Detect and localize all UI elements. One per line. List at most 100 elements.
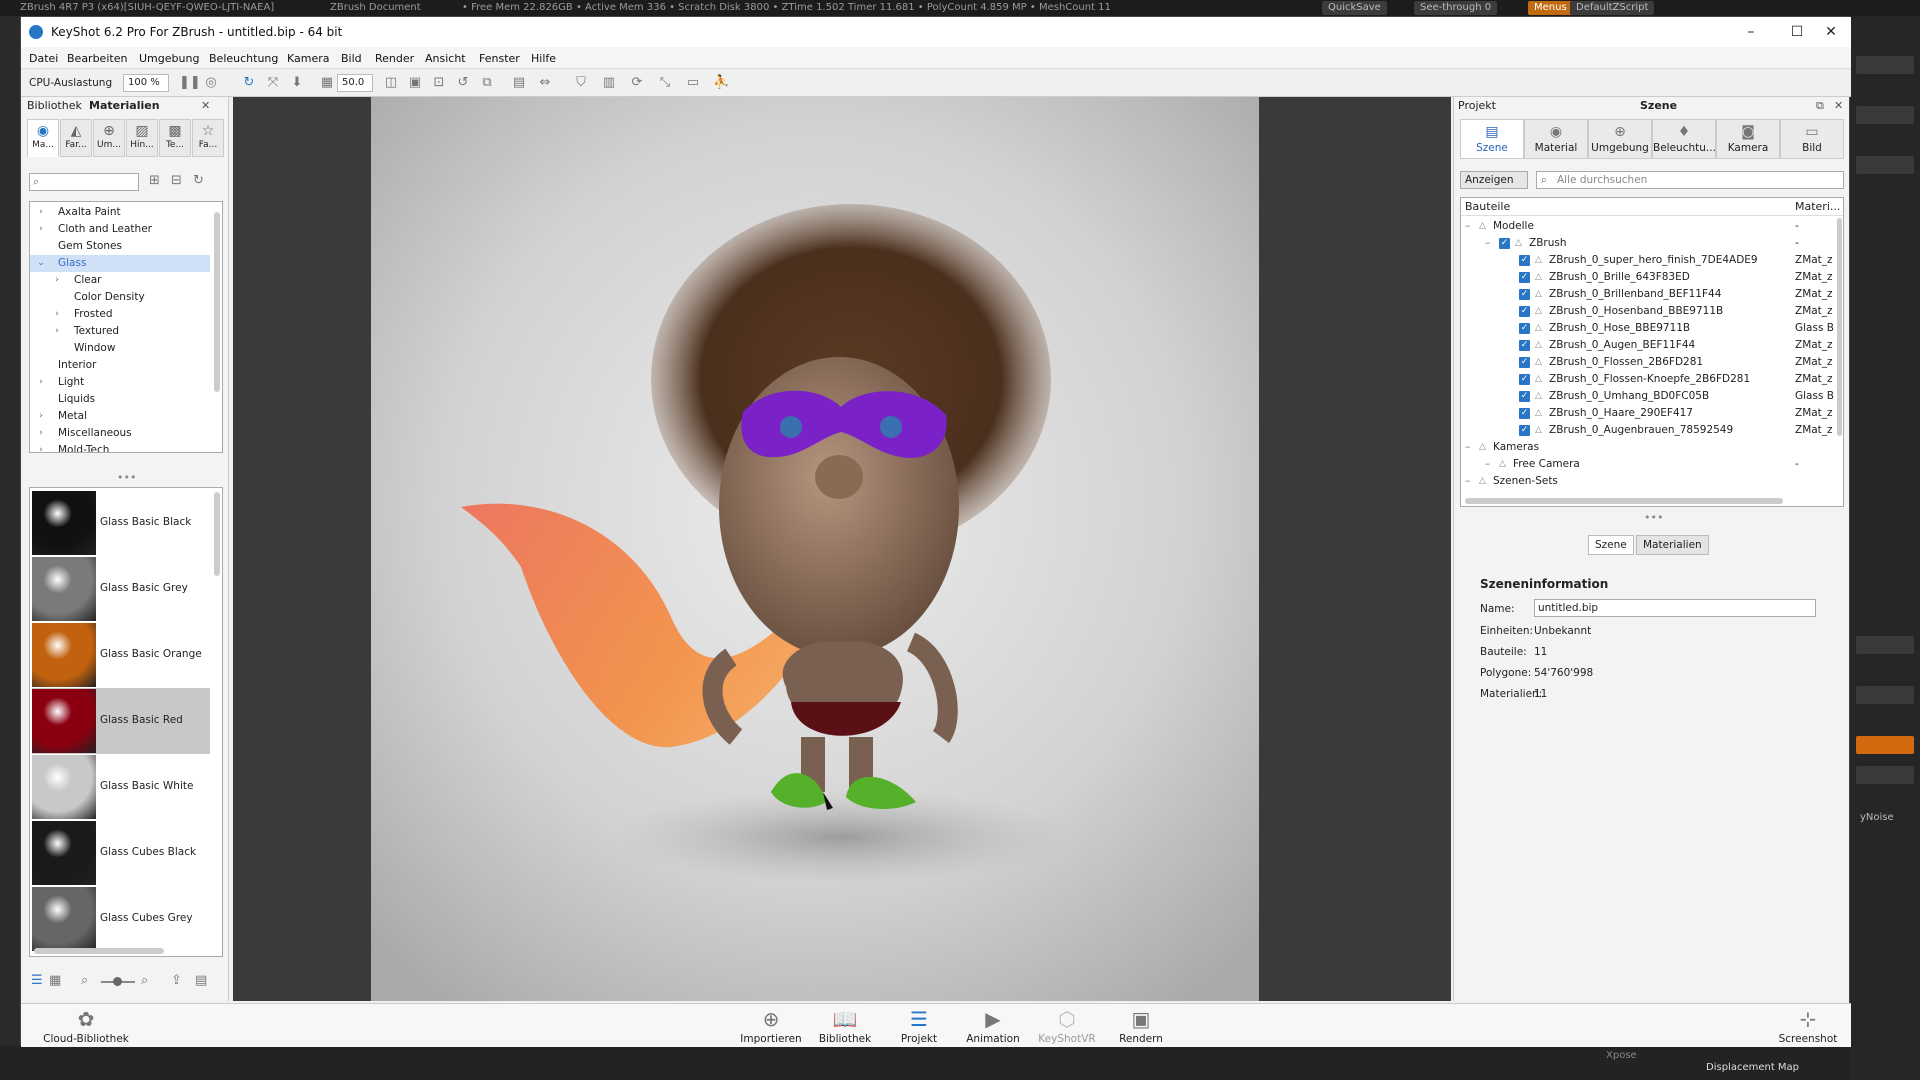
shelf-slot[interactable] bbox=[1856, 636, 1914, 654]
library-tab[interactable]: Bibliothek bbox=[27, 99, 82, 112]
menu-umgebung[interactable]: Umgebung bbox=[139, 52, 199, 65]
expand-arrow-icon[interactable]: › bbox=[36, 408, 46, 425]
library-tree-item[interactable]: › Clear bbox=[30, 272, 210, 289]
minimize-button[interactable]: – bbox=[1731, 21, 1771, 43]
lib-tab-backgrounds[interactable]: ▨ Hin... bbox=[126, 119, 158, 157]
library-tree-item[interactable]: › Metal bbox=[30, 408, 210, 425]
fit-icon[interactable]: ⤧ bbox=[265, 75, 281, 91]
lib-tab-environments[interactable]: ⊕ Um... bbox=[93, 119, 125, 157]
cycle-icon[interactable]: ⟳ bbox=[629, 75, 645, 91]
expand-arrow-icon[interactable]: › bbox=[36, 374, 46, 391]
visibility-checkbox[interactable]: ✓ bbox=[1519, 374, 1530, 385]
import-button[interactable]: ⊕ Importieren bbox=[736, 1004, 806, 1048]
scene-tree-row[interactable]: ✓ △ ZBrush_0_Brille_643F83ED ZMat_z bbox=[1461, 269, 1833, 286]
scene-tree-row[interactable]: ✓ △ ZBrush_0_Hosenband_BBE9711B ZMat_z bbox=[1461, 303, 1833, 320]
lib-tab-materials[interactable]: ◉ Ma... bbox=[27, 119, 59, 157]
scene-tree-row[interactable]: ✓ △ ZBrush_0_Umhang_BD0FC05B Glass B bbox=[1461, 388, 1834, 405]
vertical-scrollbar[interactable] bbox=[1837, 218, 1842, 436]
show-dropdown[interactable]: Anzeigen bbox=[1460, 171, 1528, 189]
script-button[interactable]: DefaultZScript bbox=[1570, 1, 1655, 15]
table-icon[interactable]: ▥ bbox=[601, 75, 617, 91]
screenshot-button[interactable]: ⊹ Screenshot bbox=[1773, 1004, 1843, 1048]
material-item[interactable]: Glass Cubes Black bbox=[32, 820, 210, 886]
duplicate-icon[interactable]: ⧉ bbox=[479, 75, 495, 91]
refresh-icon[interactable]: ↻ bbox=[241, 75, 257, 91]
pause-icon[interactable]: ❚❚ bbox=[179, 75, 201, 91]
splitter-handle[interactable]: ••• bbox=[117, 471, 136, 484]
scene-tree-row[interactable]: – ✓ △ ZBrush - bbox=[1461, 235, 1831, 252]
grid-scrollbar[interactable] bbox=[214, 492, 220, 576]
shelf-slot[interactable] bbox=[1856, 56, 1914, 74]
cpu-select[interactable]: 100 % bbox=[123, 74, 169, 92]
col-parts-header[interactable]: Bauteile bbox=[1465, 200, 1510, 213]
quicksave-button[interactable]: QuickSave bbox=[1322, 1, 1387, 15]
zoom-out-icon[interactable]: ⌕ bbox=[81, 973, 88, 988]
library-tree-item[interactable]: ⌄ Glass bbox=[30, 255, 210, 272]
cloud-library-button[interactable]: ✿ Cloud-Bibliothek bbox=[31, 1004, 141, 1048]
subtab-materials[interactable]: Materialien bbox=[1636, 535, 1709, 555]
render-image[interactable] bbox=[371, 97, 1259, 1001]
menu-bild[interactable]: Bild bbox=[341, 52, 362, 65]
collapse-icon[interactable]: – bbox=[1485, 235, 1490, 252]
visibility-checkbox[interactable]: ✓ bbox=[1519, 425, 1530, 436]
collapse-icon[interactable]: – bbox=[1485, 456, 1490, 473]
library-tree-item[interactable]: › Axalta Paint bbox=[30, 204, 210, 221]
library-tree-item[interactable]: › Cloth and Leather bbox=[30, 221, 210, 238]
scene-tree-row[interactable]: ✓ △ ZBrush_0_Augenbrauen_78592549 ZMat_z bbox=[1461, 422, 1833, 439]
value-field[interactable]: 50.0 bbox=[337, 74, 373, 92]
expand-arrow-icon[interactable]: › bbox=[52, 272, 62, 289]
lib-tab-textures[interactable]: ▩ Te... bbox=[159, 119, 191, 157]
menu-hilfe[interactable]: Hilfe bbox=[531, 52, 556, 65]
library-tree-item[interactable]: Liquids bbox=[30, 391, 210, 408]
scene-tree-row[interactable]: – △ Free Camera - bbox=[1461, 456, 1831, 473]
shelf-slot[interactable] bbox=[1856, 156, 1914, 174]
render-viewport[interactable] bbox=[233, 97, 1451, 1001]
menu-ansicht[interactable]: Ansicht bbox=[425, 52, 466, 65]
list-view-icon[interactable]: ☰ bbox=[31, 973, 43, 988]
material-item[interactable]: Glass Cubes Grey bbox=[32, 886, 210, 952]
visibility-checkbox[interactable]: ✓ bbox=[1519, 408, 1530, 419]
zoom-in-icon[interactable]: ⌕ bbox=[141, 973, 148, 988]
library-tree-item[interactable]: › Light bbox=[30, 374, 210, 391]
collapse-icon[interactable]: – bbox=[1465, 218, 1470, 235]
see-through-slider[interactable]: See-through 0 bbox=[1414, 1, 1498, 15]
tab-image[interactable]: ▭ Bild bbox=[1780, 119, 1844, 159]
menu-beleuchtung[interactable]: Beleuchtung bbox=[209, 52, 278, 65]
visibility-checkbox[interactable]: ✓ bbox=[1519, 323, 1530, 334]
shelf-slot[interactable] bbox=[1856, 686, 1914, 704]
col-material-header[interactable]: Materi... bbox=[1795, 200, 1840, 213]
library-tree-item[interactable]: › Textured bbox=[30, 323, 210, 340]
lib-tab-colors[interactable]: ◭ Far... bbox=[60, 119, 92, 157]
shelf-slot[interactable] bbox=[1856, 766, 1914, 784]
tab-camera[interactable]: ◙ Kamera bbox=[1716, 119, 1780, 159]
shelf-slot[interactable] bbox=[1856, 106, 1914, 124]
shield-icon[interactable]: ⛉ bbox=[573, 75, 589, 91]
material-item[interactable]: Glass Basic Orange bbox=[32, 622, 210, 688]
expand-arrow-icon[interactable]: › bbox=[36, 425, 46, 442]
scene-tree-row[interactable]: ✓ △ ZBrush_0_Brillenband_BEF11F44 ZMat_z bbox=[1461, 286, 1833, 303]
console-icon[interactable]: ▭ bbox=[685, 75, 701, 91]
menu-datei[interactable]: Datei bbox=[29, 52, 58, 65]
tree-scrollbar[interactable] bbox=[214, 212, 220, 392]
menu-fenster[interactable]: Fenster bbox=[479, 52, 520, 65]
collapse-icon[interactable]: – bbox=[1465, 439, 1470, 456]
name-input[interactable]: untitled.bip bbox=[1534, 599, 1816, 617]
frame-icon[interactable]: ⊡ bbox=[431, 75, 447, 91]
scene-tree-row[interactable]: ✓ △ ZBrush_0_super_hero_finish_7DE4ADE9 ZMa… bbox=[1461, 252, 1833, 269]
layout-icon[interactable]: ▤ bbox=[511, 75, 527, 91]
visibility-checkbox[interactable]: ✓ bbox=[1519, 357, 1530, 368]
folder-add-icon[interactable]: ⊞ bbox=[149, 173, 160, 188]
expand-arrow-icon[interactable]: › bbox=[52, 323, 62, 340]
subtab-scene[interactable]: Szene bbox=[1588, 535, 1634, 555]
visibility-checkbox[interactable]: ✓ bbox=[1519, 289, 1530, 300]
folder-icon[interactable]: ▤ bbox=[195, 973, 207, 988]
animation-button[interactable]: ▶ Animation bbox=[958, 1004, 1028, 1048]
render-button[interactable]: ▣ Rendern bbox=[1106, 1004, 1176, 1048]
library-tree-item[interactable]: Window bbox=[30, 340, 210, 357]
material-item[interactable]: Glass Basic Black bbox=[32, 490, 210, 556]
expand-arrow-icon[interactable]: › bbox=[36, 221, 46, 238]
close-button[interactable]: ✕ bbox=[1811, 21, 1851, 43]
visibility-checkbox[interactable]: ✓ bbox=[1519, 306, 1530, 317]
library-search-input[interactable]: ⌕ bbox=[29, 173, 139, 191]
scale-icon[interactable]: ⤡ bbox=[657, 75, 673, 91]
